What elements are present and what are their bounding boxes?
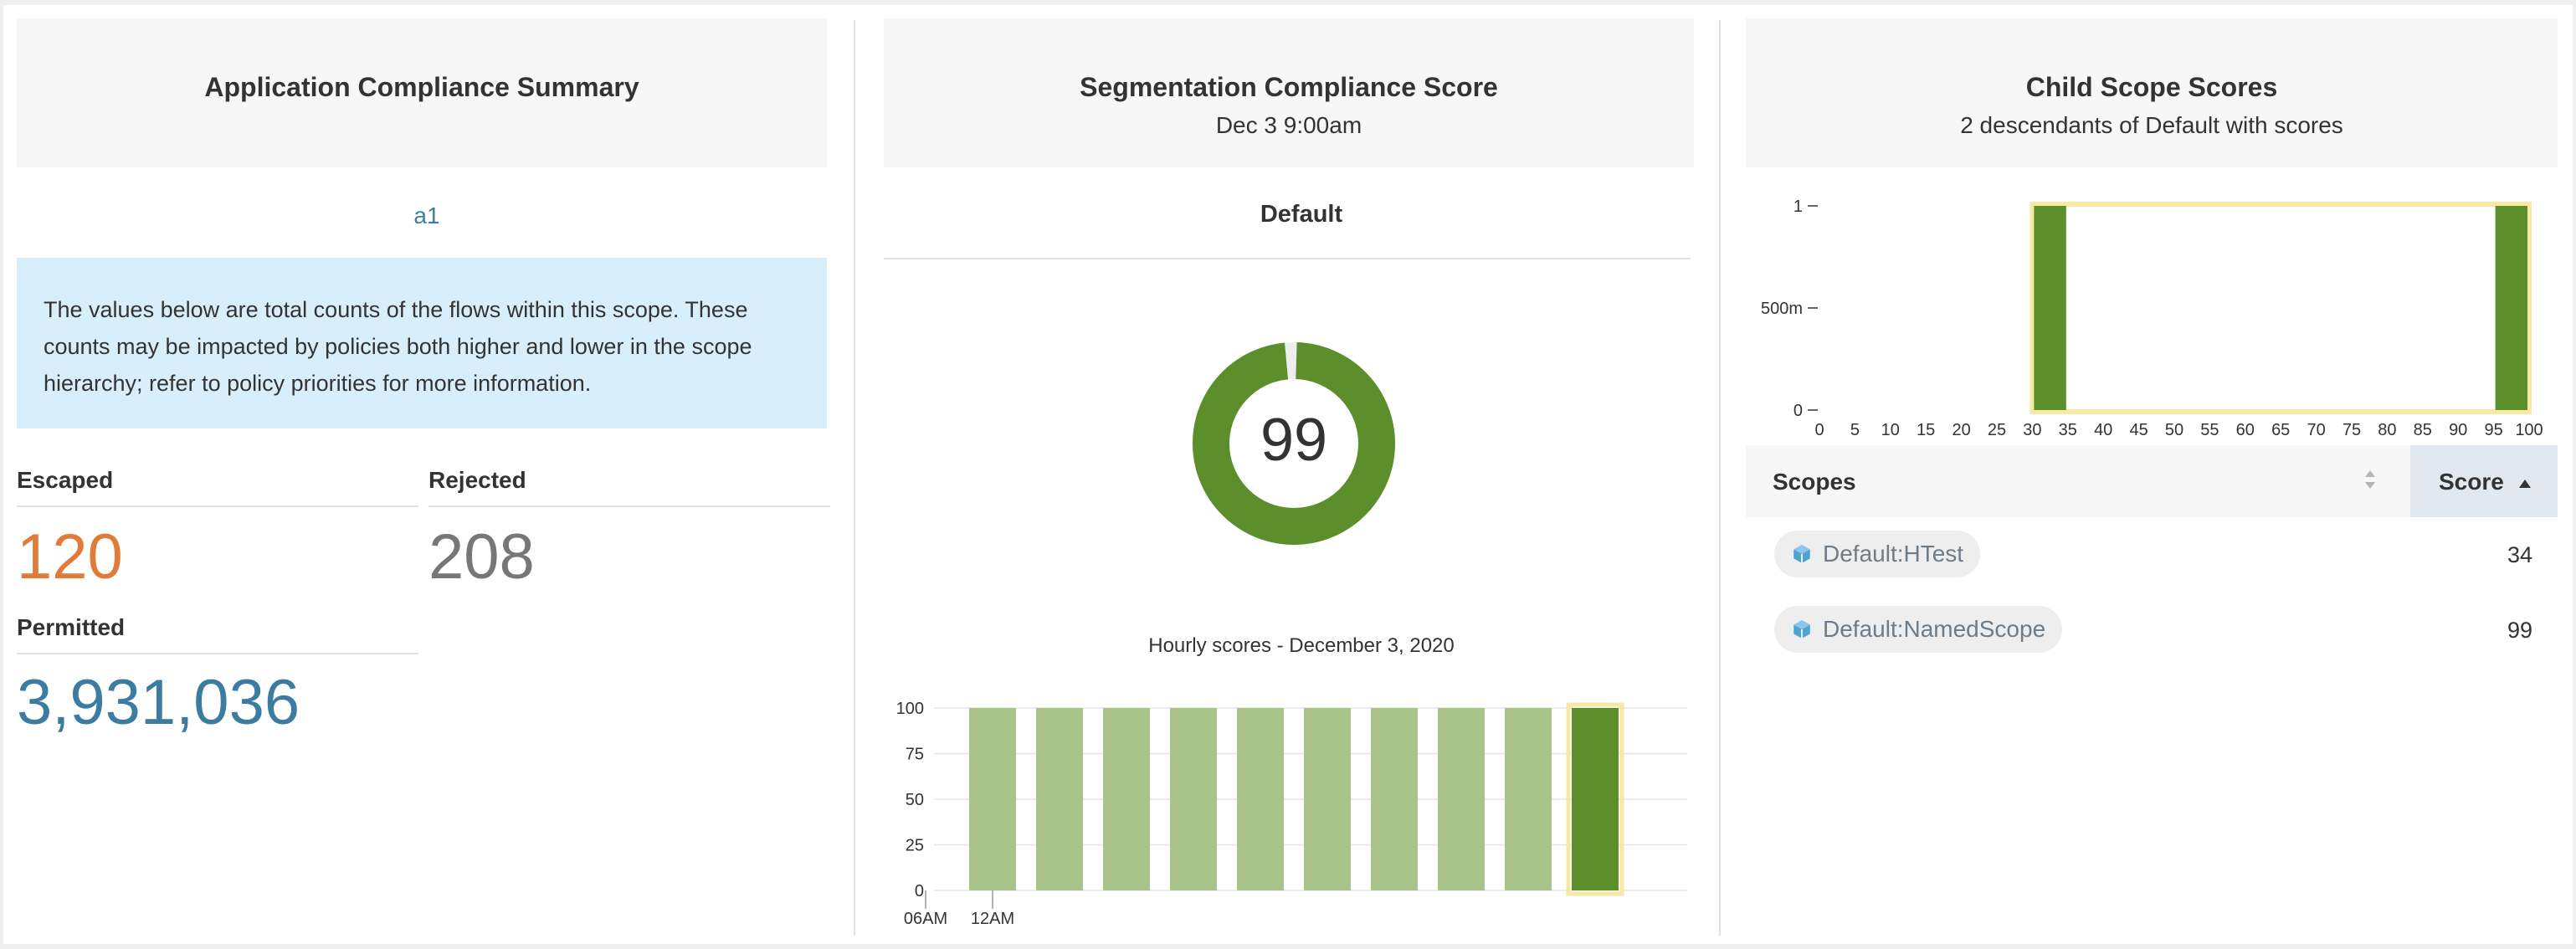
x-tick-label: 95 bbox=[2484, 421, 2502, 439]
hourly-bar bbox=[969, 708, 1016, 890]
x-tick-label: 10 bbox=[1881, 421, 1900, 439]
distribution-bar bbox=[2495, 206, 2527, 410]
sort-icon[interactable] bbox=[2362, 467, 2378, 492]
x-tick-label: 85 bbox=[2414, 421, 2432, 439]
child-scope-scores-panel: Child Scope Scores 2 descendants of Defa… bbox=[1722, 5, 2573, 944]
hourly-bar bbox=[1438, 708, 1485, 890]
scope-score: 99 bbox=[2507, 618, 2532, 643]
x-tick-label: 12AM bbox=[971, 910, 1014, 928]
hourly-bar bbox=[1505, 708, 1552, 890]
panel-subtitle: Dec 3 9:00am bbox=[1215, 112, 1362, 138]
panel-header: Child Scope Scores 2 descendants of Defa… bbox=[1746, 18, 2558, 167]
y-tick-label: 0 bbox=[915, 882, 924, 900]
table-header: Scopes Score bbox=[1746, 445, 2558, 517]
x-tick-label: 15 bbox=[1917, 421, 1935, 439]
x-tick-label: 80 bbox=[2378, 421, 2396, 439]
x-tick-label: 30 bbox=[2023, 421, 2041, 439]
panel-divider bbox=[1719, 20, 1721, 936]
x-tick-label: 50 bbox=[2165, 421, 2183, 439]
donut-value: 99 bbox=[1260, 407, 1327, 474]
x-tick-label: 70 bbox=[2307, 421, 2325, 439]
x-tick-label: 06AM bbox=[904, 910, 947, 928]
scope-chip[interactable]: Default:HTest bbox=[1774, 531, 1981, 577]
y-tick-label: 50 bbox=[906, 791, 924, 809]
compliance-donut: 99 bbox=[1193, 342, 1395, 545]
x-tick-label: 25 bbox=[1988, 421, 2006, 439]
scope-chip[interactable]: Default:NamedScope bbox=[1774, 606, 2063, 653]
rejected-label: Rejected bbox=[428, 467, 830, 507]
score-column-header[interactable]: Score bbox=[2410, 445, 2558, 517]
scope-cube-icon bbox=[1793, 620, 1810, 639]
panel-title: Child Scope Scores bbox=[2025, 72, 2278, 102]
application-compliance-panel: Application Compliance Summary a1 The va… bbox=[3, 5, 850, 944]
scope-cube-icon bbox=[1793, 545, 1810, 563]
scopes-column-header[interactable]: Scopes bbox=[1773, 469, 1856, 495]
score-header-label: Score bbox=[2439, 469, 2504, 495]
distribution-bar bbox=[2034, 206, 2066, 410]
scope-name: Default:HTest bbox=[1823, 541, 1964, 567]
escaped-label: Escaped bbox=[17, 467, 418, 507]
x-tick-label: 100 bbox=[2515, 421, 2543, 439]
segmentation-compliance-panel: Segmentation Compliance Score Dec 3 9:00… bbox=[857, 5, 1719, 944]
scope-name: Default bbox=[1260, 201, 1343, 228]
info-message: The values below are total counts of the… bbox=[17, 258, 827, 428]
hourly-bar bbox=[1572, 708, 1619, 890]
y-tick-label: 25 bbox=[906, 837, 924, 855]
divider bbox=[884, 258, 1691, 259]
score-distribution-chart: 0500m10 5 10 15 20 25 30 35 40 45 50 55 60 65 70 75 80 85… bbox=[1761, 197, 2543, 439]
y-tick-label: 75 bbox=[906, 746, 924, 764]
x-tick-label: 75 bbox=[2343, 421, 2361, 439]
scope-link[interactable]: a1 bbox=[3, 203, 850, 229]
x-tick-label: 20 bbox=[1952, 421, 1970, 439]
hourly-scores-chart: 0 25 50 75 100 12AM 06AM bbox=[896, 700, 1687, 928]
scope-score: 34 bbox=[2507, 542, 2532, 567]
hourly-bar bbox=[1237, 708, 1284, 890]
panel-subtitle: 2 descendants of Default with scores bbox=[1960, 112, 2343, 138]
x-tick-label: 90 bbox=[2449, 421, 2467, 439]
x-tick-label: 0 bbox=[1814, 421, 1824, 439]
panel-title: Segmentation Compliance Score bbox=[1080, 72, 1498, 102]
panel-header: Application Compliance Summary bbox=[17, 18, 827, 167]
x-tick-label: 45 bbox=[2129, 421, 2148, 439]
y-tick-label: 100 bbox=[896, 700, 924, 718]
x-tick-label: 35 bbox=[2059, 421, 2077, 439]
hourly-chart-title: Hourly scores - December 3, 2020 bbox=[1148, 634, 1455, 657]
x-tick-label: 5 bbox=[1850, 421, 1860, 439]
y-tick-label: 0 bbox=[1793, 402, 1803, 420]
hourly-bar bbox=[1103, 708, 1150, 890]
hourly-bar bbox=[1304, 708, 1351, 890]
rejected-value: 208 bbox=[428, 521, 535, 592]
y-tick-label: 1 bbox=[1793, 197, 1803, 216]
sort-ascending-icon bbox=[2518, 479, 2531, 488]
x-tick-label: 60 bbox=[2236, 421, 2255, 439]
selection-brush bbox=[2029, 202, 2532, 414]
x-tick-label: 40 bbox=[2094, 421, 2112, 439]
panel-header: Segmentation Compliance Score Dec 3 9:00… bbox=[884, 18, 1694, 167]
permitted-label: Permitted bbox=[17, 614, 418, 654]
scope-name: Default:NamedScope bbox=[1823, 616, 2046, 642]
escaped-value: 120 bbox=[17, 521, 123, 592]
permitted-value: 3,931,036 bbox=[17, 667, 300, 738]
x-tick-label: 65 bbox=[2271, 421, 2290, 439]
y-tick-label: 500m bbox=[1761, 300, 1803, 318]
x-tick-label: 55 bbox=[2200, 421, 2219, 439]
hourly-bar bbox=[1170, 708, 1217, 890]
panel-divider bbox=[854, 20, 855, 936]
hourly-bar bbox=[1371, 708, 1418, 890]
panel-title: Application Compliance Summary bbox=[204, 72, 639, 102]
hourly-bar bbox=[1036, 708, 1083, 890]
dashboard: Application Compliance Summary a1 The va… bbox=[3, 5, 2573, 944]
